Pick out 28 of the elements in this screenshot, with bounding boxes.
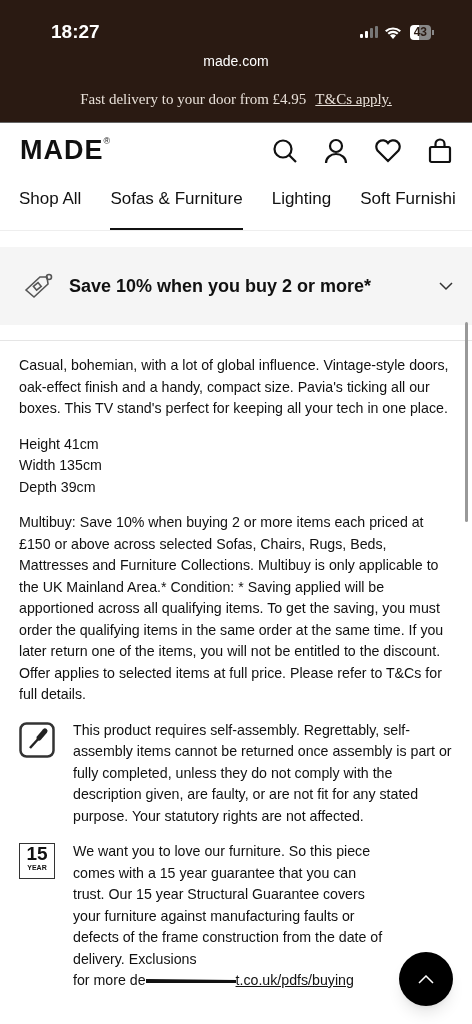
multibuy-terms: Multibuy: Save 10% when buying 2 or more items each priced at £150 or above across selected Sofas, Chairs, Rugs, Beds, Mattresses and Furniture Collections. Multibuy is only applicable to the UK Mainland Area.* Condition: * Saving applied will be apportioned across all qualifying items. To get the saving, you must order the qualifying items in the same order at the same time. If you later return one of the items, you will not be entitled to the discount. Offer applies to selected items at full price. Please refer to T&Cs for full details. [19, 513, 445, 704]
clock-time: 18:27 [51, 19, 100, 44]
note-text: This product requires self-assembly. Regrettably, self-assembly items cannot be returned once assembly is part or fully completed, unless they do not comply with the description given, are faulty, or are not fit for any stated purpose. Your statutory rights are not affected. [73, 720, 453, 826]
dimension-text: Height 41cm [19, 434, 100, 454]
product-description: Casual, bohemian, with a lot of global influence. Vintage-style doors, oak-effect finish and a handy, compact size. Pavia's ticking all our boxes. This TV stand's perfect for keeping all your tech in one place. [19, 356, 450, 418]
offer-accordion[interactable]: Save 10% when you buy 2 or more* [0, 247, 472, 325]
screwdriver-icon [19, 721, 55, 758]
terms-link[interactable]: T&Cs apply. [315, 88, 392, 111]
promo-text: Fast delivery to your door from £4.95 [80, 90, 307, 109]
note-text: for more de [73, 971, 146, 990]
wifi-icon [383, 25, 402, 39]
shopping-bag-icon [428, 137, 452, 164]
signal-icon [359, 26, 378, 38]
nav-tab[interactable]: Soft Furnishi [360, 186, 456, 230]
chevron-up-icon [418, 974, 434, 984]
heart-icon [374, 138, 402, 163]
price-tag-icon [24, 273, 54, 299]
dimension-text: Width 135cm [19, 456, 103, 475]
nav-tab[interactable]: Lighting [271, 186, 332, 230]
search-icon [272, 137, 298, 164]
brand-logo[interactable]: MADE® [20, 137, 111, 164]
address-bar-url[interactable]: made.com [203, 51, 269, 72]
account-icon [324, 137, 348, 164]
back-to-top-button[interactable] [399, 952, 453, 1006]
nav-tab[interactable]: Sofas & Furniture [110, 186, 243, 230]
guarantee-link[interactable]: t.co.uk/pdfs/buying [235, 970, 354, 992]
nav-tab[interactable]: Shop All [19, 186, 82, 230]
dimension-text: Depth 39cm [19, 477, 97, 497]
